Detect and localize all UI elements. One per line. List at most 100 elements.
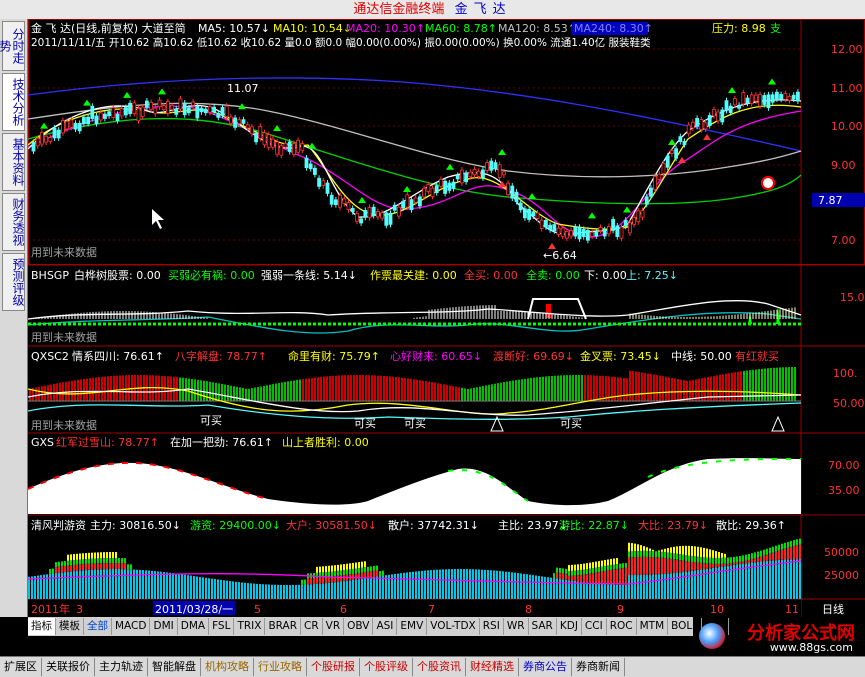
tab-wr[interactable]: WR	[504, 618, 529, 635]
buy-arrow-icon	[768, 78, 776, 85]
tab-dmi[interactable]: DMI	[150, 618, 178, 635]
bottom-btn-research[interactable]: 个股研报	[307, 658, 360, 676]
candle-body	[598, 227, 603, 231]
candle-body	[124, 107, 128, 116]
candle-body	[224, 105, 229, 118]
globe-icon	[699, 623, 725, 649]
candle-body	[296, 140, 301, 153]
tab-sar[interactable]: SAR	[529, 618, 557, 635]
buy-label: 可买	[354, 417, 376, 430]
tab-financial[interactable]: 财务透视	[2, 193, 25, 251]
candle-body	[779, 94, 783, 100]
candle-body	[560, 227, 565, 237]
tab-dma[interactable]: DMA	[178, 618, 210, 635]
qfpy-title: 清风判游资	[31, 519, 86, 532]
candle-body	[174, 108, 179, 115]
candle-body	[44, 135, 49, 143]
stock-title: 金飞达	[454, 2, 512, 17]
candle-body	[145, 100, 149, 108]
tab-technical[interactable]: 技术分析	[2, 73, 25, 131]
tab-cr[interactable]: CR	[301, 618, 323, 635]
time-label: 3	[76, 603, 83, 616]
candle-body	[657, 173, 662, 180]
candle-body	[199, 107, 204, 113]
candle-body	[413, 197, 418, 203]
candle-body	[733, 98, 737, 106]
qfpy-tick: 50000	[824, 546, 859, 559]
tab-cci[interactable]: CCI	[582, 618, 607, 635]
bottom-btn-news[interactable]: 个股资讯	[413, 658, 466, 676]
tab-obv[interactable]: OBV	[344, 618, 374, 635]
candle-body	[61, 120, 65, 134]
candle-body	[716, 111, 720, 122]
tab-forecast[interactable]: 预测评级	[2, 253, 25, 311]
tab-template[interactable]: 模板	[56, 618, 84, 635]
candle-body	[628, 222, 632, 234]
qxsc2-field: 中线: 50.00	[671, 349, 732, 363]
candle-body	[212, 106, 217, 113]
tab-fsl[interactable]: FSL	[209, 618, 235, 635]
tab-indicator[interactable]: 指标	[28, 618, 56, 635]
indicator-tab-bar: 指标 模板 全部 MACD DMI DMA FSL TRIX BRAR CR V…	[28, 617, 729, 636]
bhsgp-header: BHSGP 白桦树股票: 0.00 买弱必有祸: 0.00 强弱一条线: 5.1…	[31, 268, 678, 282]
tab-mtm[interactable]: MTM	[637, 618, 669, 635]
candle-body	[287, 141, 292, 152]
qxsc2-indicator-panel: QXSC2 情系四川: 76.61↑ 八字解盘: 78.77↑ 命里有财: 75…	[28, 349, 865, 432]
candle-body	[632, 217, 636, 225]
tab-trix[interactable]: TRIX	[234, 618, 266, 635]
bottom-btn-broker-notice[interactable]: 券商公告	[519, 658, 572, 676]
candle-body	[321, 180, 326, 186]
bottom-btn-rating[interactable]: 个股评级	[360, 658, 413, 676]
candle-body	[501, 171, 506, 176]
tab-roc[interactable]: ROC	[607, 618, 637, 635]
candle-body	[438, 179, 443, 187]
candle-body	[464, 172, 469, 183]
tab-vr[interactable]: VR	[323, 618, 345, 635]
bottom-btn-broker-news[interactable]: 券商新闻	[572, 658, 625, 676]
bottom-btn-main-track[interactable]: 主力轨迹	[95, 658, 148, 676]
candle-body	[39, 131, 44, 145]
tab-all[interactable]: 全部	[84, 618, 112, 635]
candle-body	[552, 224, 557, 232]
tab-emv[interactable]: EMV	[397, 618, 428, 635]
candle-body	[304, 157, 309, 169]
candle-body	[447, 182, 452, 191]
time-label: 7	[428, 603, 435, 616]
candle-body	[207, 106, 212, 113]
bhsgp-field: 作票最关建: 0.00	[370, 268, 457, 282]
bottom-btn-expand[interactable]: 扩展区	[0, 658, 42, 676]
tab-macd[interactable]: MACD	[112, 618, 151, 635]
stock-chart[interactable]: 12.00 11.00 10.00 9.00 7.87 7.00 11.07 ←…	[28, 19, 865, 617]
tab-kdj[interactable]: KDJ	[557, 618, 582, 635]
candle-body	[90, 105, 95, 119]
candle-body	[573, 226, 578, 237]
main-panel-frame	[28, 19, 865, 265]
main-price-axis: 12.00 11.00 10.00 9.00 7.87 7.00	[812, 43, 865, 247]
tab-rsi[interactable]: RSI	[480, 618, 504, 635]
bhsgp-field: 下: 0.00	[584, 269, 627, 282]
candle-body	[48, 137, 53, 142]
gxs-field: 山上者胜利: 0.00	[282, 435, 369, 449]
bottom-btn-institution[interactable]: 机构攻略	[201, 658, 254, 676]
candle-body	[73, 122, 78, 130]
candle-body	[686, 124, 691, 135]
tab-brar[interactable]: BRAR	[265, 618, 301, 635]
candle-body	[678, 136, 683, 142]
candle-body	[695, 117, 699, 127]
candle-body	[136, 108, 141, 122]
tab-vol-tdx[interactable]: VOL-TDX	[427, 618, 480, 635]
main-indicator-name: 金 飞 达(日线,前复权) 大道至简	[31, 21, 186, 35]
bottom-btn-related-quote[interactable]: 关联报价	[42, 658, 95, 676]
tab-intraday[interactable]: 分时走势	[0, 21, 25, 71]
buy-arrow-icon	[358, 197, 366, 203]
bhsgp-field: 全买: 0.00	[464, 268, 518, 282]
bottom-btn-industry[interactable]: 行业攻略	[254, 658, 307, 676]
candle-body	[98, 112, 103, 121]
gxs-tick: 70.00	[828, 459, 860, 472]
qfpy-field: 主比: 23.97↓	[498, 519, 568, 532]
tab-asi[interactable]: ASI	[373, 618, 398, 635]
tab-fundamentals[interactable]: 基本资料	[2, 133, 25, 191]
candle-body	[611, 219, 615, 231]
bottom-btn-finance[interactable]: 财经精选	[466, 658, 519, 676]
bottom-btn-smart-analysis[interactable]: 智能解盘	[148, 658, 201, 676]
